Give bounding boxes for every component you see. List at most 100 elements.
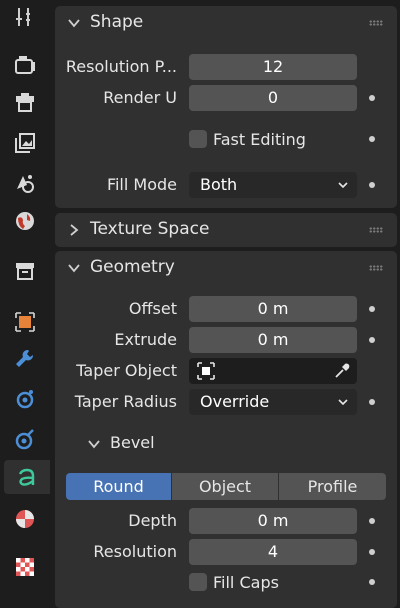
resolution-preview-label: Resolution P... [65, 57, 177, 76]
fill-mode-label: Fill Mode [106, 175, 177, 194]
chevron-down-icon [68, 19, 80, 28]
bevel-resolution-label: Resolution [93, 542, 177, 561]
taper-radius-label: Taper Radius [74, 392, 177, 411]
bevel-mode-object[interactable]: Object [172, 473, 278, 500]
bevel-mode-profile[interactable]: Profile [279, 473, 386, 500]
chevron-down-icon [338, 182, 348, 189]
keyframe-dot-icon[interactable] [369, 182, 375, 188]
properties-editor: Shape Resolution P... 12 Render U 0 Fast… [50, 0, 400, 608]
taper-radius-row: Taper Radius Override [55, 389, 397, 415]
extrude-row: Extrude 0 m [55, 327, 397, 353]
panel-title: Geometry [90, 257, 175, 277]
render-resolution-row: Render U 0 [55, 85, 397, 111]
texture-space-panel: Texture Space [55, 213, 397, 247]
geometry-panel-header[interactable]: Geometry [55, 251, 397, 285]
keyframe-dot-icon[interactable] [369, 579, 375, 585]
texture-icon [16, 558, 34, 576]
curve-data-icon [18, 468, 35, 486]
fast-editing-label: Fast Editing [213, 130, 306, 149]
eyedropper-icon[interactable] [333, 362, 351, 380]
resolution-preview-field[interactable]: 12 [189, 54, 357, 80]
taper-radius-dropdown[interactable]: Override [189, 389, 357, 415]
fill-caps-checkbox[interactable] [189, 573, 207, 591]
keyframe-dot-icon[interactable] [369, 95, 375, 101]
bevel-title: Bevel [110, 433, 155, 452]
keyframe-dot-icon[interactable] [369, 518, 375, 524]
tool-icon [16, 8, 30, 26]
output-icon [16, 93, 34, 112]
tab-world[interactable] [8, 204, 42, 238]
bevel-depth-field[interactable]: 0 m [189, 508, 357, 534]
fill-mode-value: Both [200, 175, 238, 194]
keyframe-dot-icon[interactable] [369, 136, 375, 142]
fast-editing-row: Fast Editing [55, 129, 397, 155]
object-icon [15, 312, 35, 332]
tab-view-layer[interactable] [8, 126, 42, 160]
panel-title: Texture Space [90, 219, 210, 239]
tab-tool[interactable] [8, 0, 42, 34]
fill-caps-row: Fill Caps [55, 572, 397, 598]
tab-texture[interactable] [8, 550, 42, 584]
chevron-down-icon [68, 264, 80, 273]
resolution-preview-row: Resolution P... 12 [55, 54, 397, 80]
fast-editing-checkbox[interactable] [189, 130, 207, 148]
extrude-field[interactable]: 0 m [189, 327, 357, 353]
properties-tab-strip [0, 0, 50, 608]
drag-grip-icon[interactable] [369, 265, 383, 271]
bevel-mode-selector: Round Object Profile [66, 473, 386, 500]
tab-particles[interactable] [8, 382, 42, 416]
bevel-resolution-field[interactable]: 4 [189, 539, 357, 565]
tab-physics[interactable] [8, 422, 42, 456]
render-resolution-field[interactable]: 0 [189, 85, 357, 111]
bevel-depth-label: Depth [128, 511, 177, 530]
offset-label: Offset [128, 299, 177, 318]
view-layer-icon [15, 133, 35, 153]
render-icon [15, 56, 35, 74]
offset-field[interactable]: 0 m [189, 296, 357, 322]
object-picker-icon [197, 362, 215, 380]
modifier-icon [16, 349, 34, 367]
fill-mode-dropdown[interactable]: Both [189, 172, 357, 198]
keyframe-dot-icon[interactable] [369, 337, 375, 343]
tab-modifier[interactable] [8, 342, 42, 376]
chevron-down-icon [338, 399, 348, 406]
drag-grip-icon[interactable] [369, 227, 383, 233]
tab-output[interactable] [8, 86, 42, 120]
tab-collection[interactable] [8, 254, 42, 288]
tab-curve-data[interactable] [4, 460, 50, 494]
chevron-down-icon [88, 440, 100, 449]
geometry-panel: Geometry Offset 0 m Extrude 0 m Taper Ob… [55, 251, 397, 608]
texture-space-panel-header[interactable]: Texture Space [55, 213, 397, 247]
extrude-label: Extrude [114, 330, 177, 349]
fill-caps-label: Fill Caps [213, 573, 279, 592]
bevel-subpanel-header[interactable]: Bevel [55, 432, 397, 456]
physics-icon [15, 429, 34, 450]
tab-material[interactable] [8, 502, 42, 536]
shape-panel: Shape Resolution P... 12 Render U 0 Fast… [55, 6, 397, 208]
shape-panel-header[interactable]: Shape [55, 6, 397, 40]
scene-icon [17, 175, 34, 193]
bevel-depth-row: Depth 0 m [55, 508, 397, 534]
material-icon [16, 510, 34, 528]
bevel-mode-round[interactable]: Round [66, 473, 171, 500]
panel-title: Shape [90, 12, 144, 32]
fill-mode-row: Fill Mode Both [55, 172, 397, 198]
taper-radius-value: Override [200, 392, 270, 411]
taper-object-row: Taper Object [55, 358, 397, 384]
keyframe-dot-icon[interactable] [369, 399, 375, 405]
render-resolution-label: Render U [103, 88, 177, 107]
particles-icon [16, 390, 34, 409]
tab-scene[interactable] [8, 166, 42, 200]
world-icon [16, 212, 34, 230]
offset-row: Offset 0 m [55, 296, 397, 322]
tab-render[interactable] [8, 48, 42, 82]
tab-object[interactable] [8, 305, 42, 339]
collection-icon [16, 263, 34, 280]
taper-object-field[interactable] [189, 358, 357, 384]
keyframe-dot-icon[interactable] [369, 306, 375, 312]
chevron-right-icon [70, 224, 79, 236]
bevel-resolution-row: Resolution 4 [55, 539, 397, 565]
drag-grip-icon[interactable] [369, 20, 383, 26]
keyframe-dot-icon[interactable] [369, 549, 375, 555]
taper-object-label: Taper Object [76, 361, 177, 380]
